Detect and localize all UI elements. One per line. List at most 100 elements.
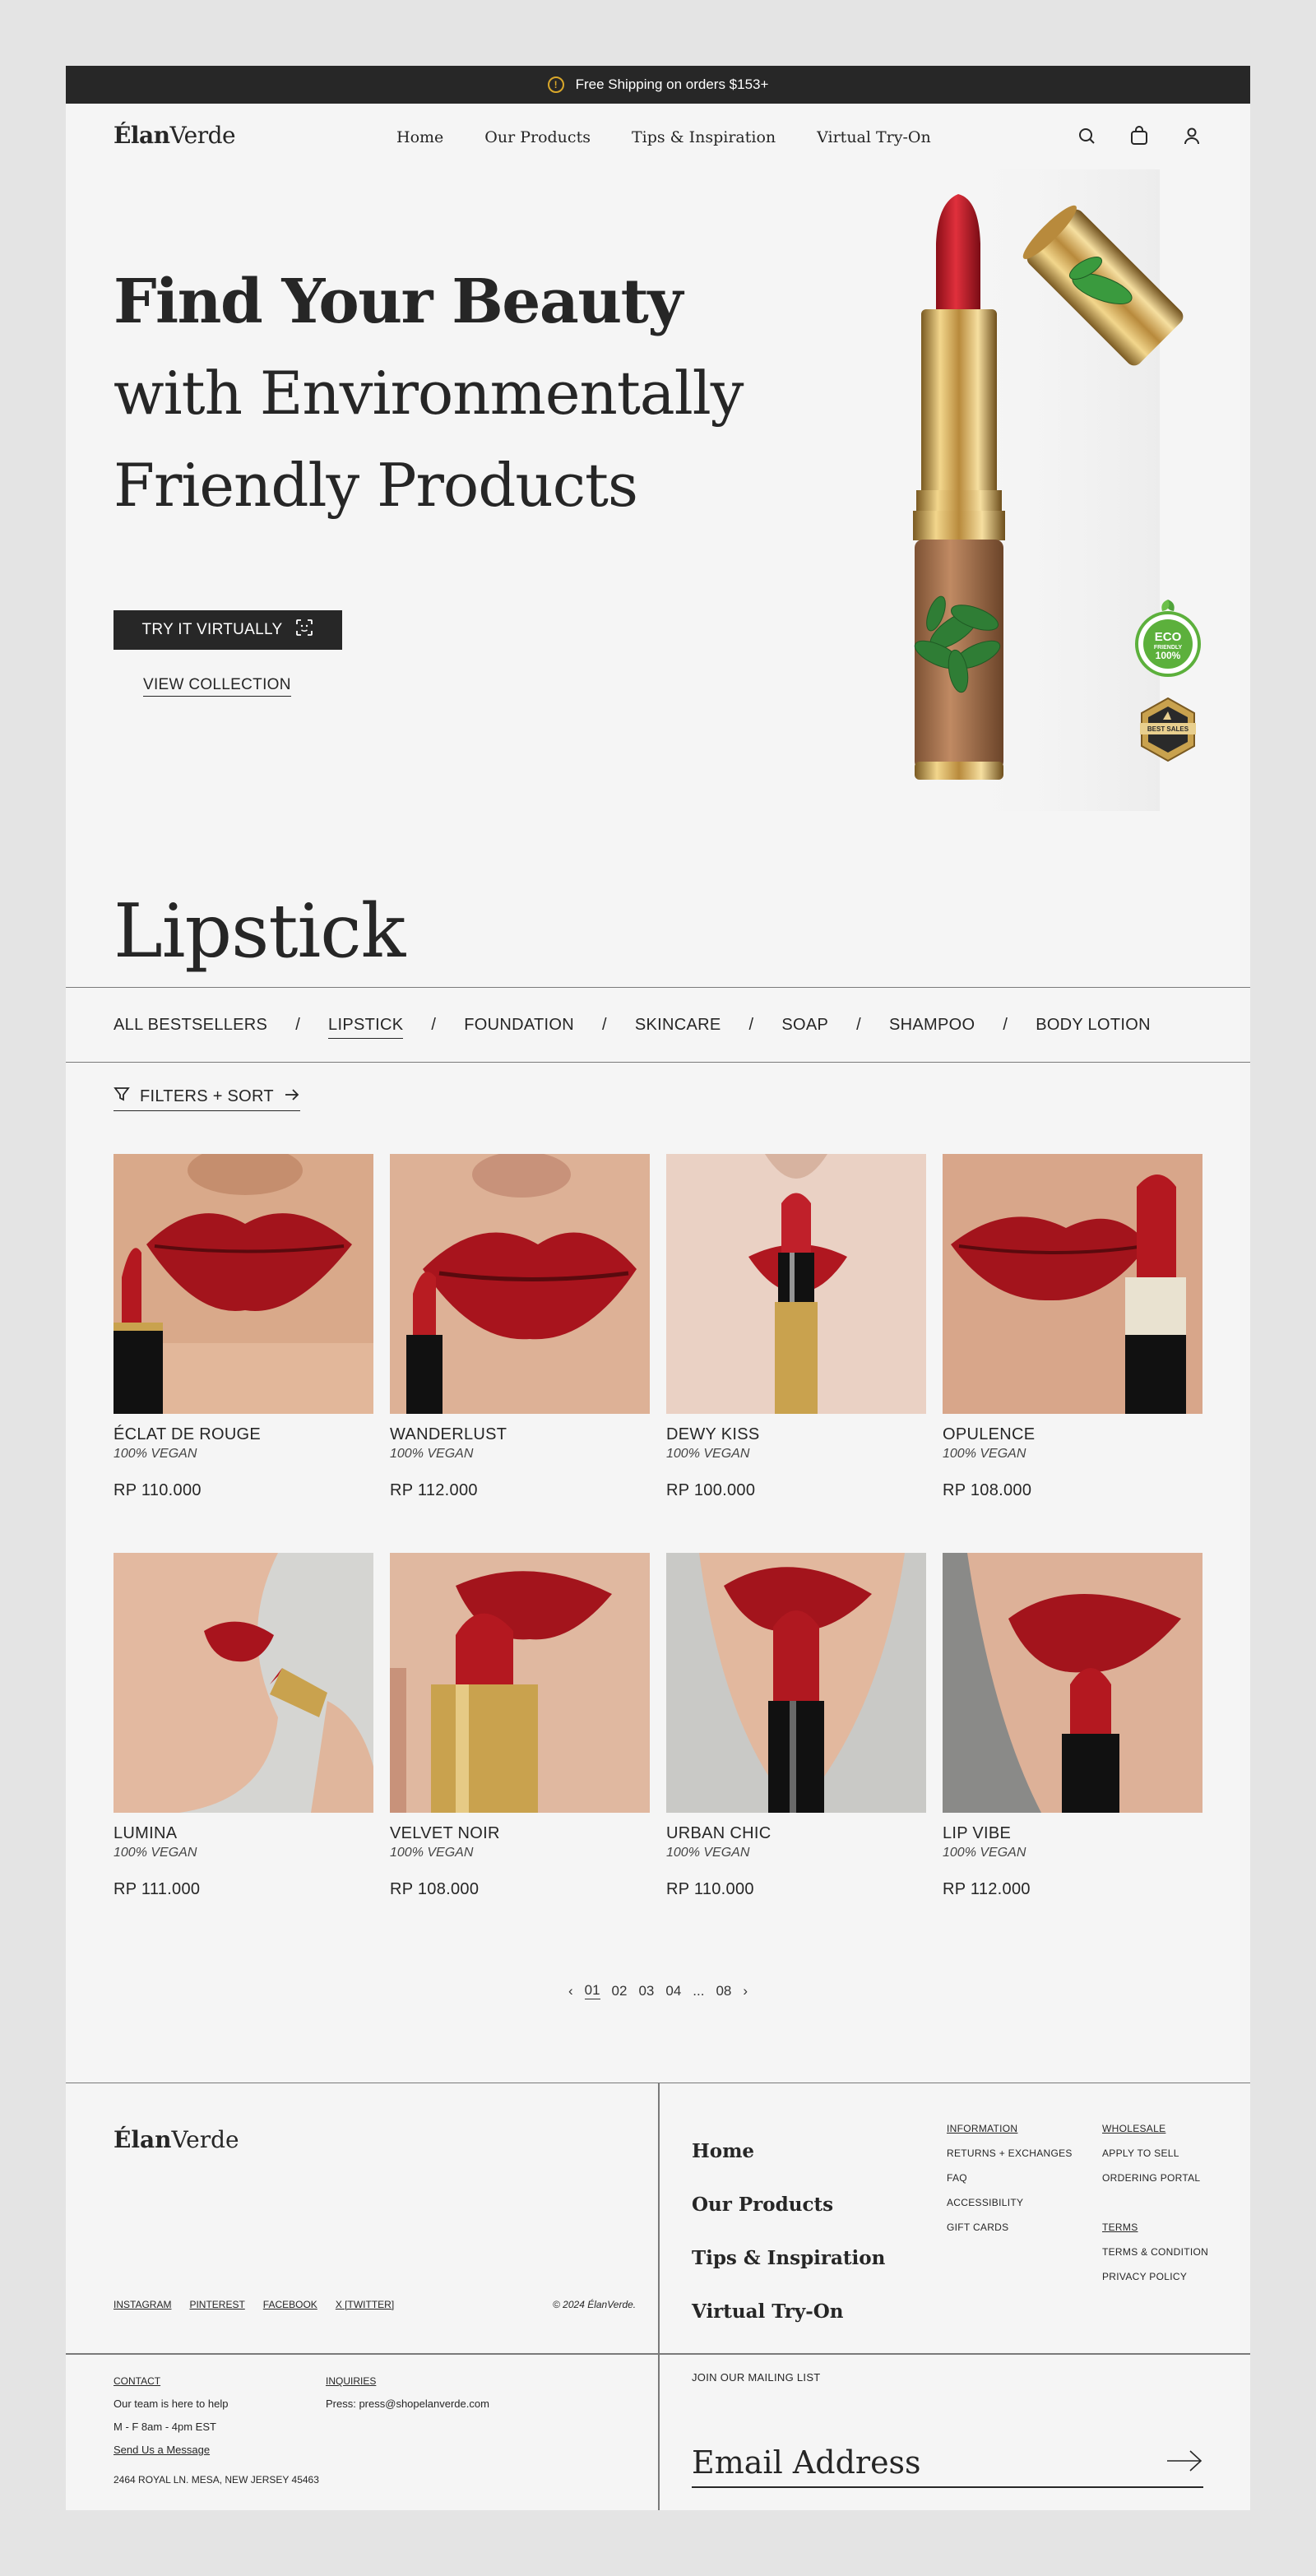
pagination: ‹ 01 02 03 04 ... 08 › bbox=[66, 1982, 1250, 1999]
footer-nav-virtual-try-on[interactable]: Virtual Try-On bbox=[692, 2285, 885, 2338]
product-tag: 100% VEGAN bbox=[666, 1447, 750, 1461]
product-card[interactable]: VELVET NOIR 100% VEGAN RP 108.000 bbox=[390, 1553, 650, 1952]
footer-link-apply-to-sell[interactable]: APPLY TO SELL bbox=[1102, 2141, 1200, 2166]
footer-link-ordering-portal[interactable]: ORDERING PORTAL bbox=[1102, 2166, 1200, 2190]
product-card[interactable]: ÉCLAT DE ROUGE 100% VEGAN RP 110.000 bbox=[114, 1154, 373, 1553]
tab-skincare[interactable]: SKINCARE bbox=[635, 1016, 721, 1035]
footer-wholesale-heading[interactable]: WHOLESALE bbox=[1102, 2116, 1200, 2141]
product-image[interactable] bbox=[114, 1553, 373, 1813]
product-price: RP 108.000 bbox=[943, 1481, 1032, 1499]
product-card[interactable]: WANDERLUST 100% VEGAN RP 112.000 bbox=[390, 1154, 650, 1553]
contact-hours: M - F 8am - 4pm EST bbox=[114, 2421, 216, 2433]
tab-separator: / bbox=[748, 1015, 754, 1034]
hero-title: Find Your Beauty with Environmentally Fr… bbox=[114, 257, 744, 531]
product-image[interactable] bbox=[666, 1553, 926, 1813]
site-header: ÉlanVerde Home Our Products Tips & Inspi… bbox=[66, 104, 1250, 169]
email-input[interactable] bbox=[692, 2444, 1136, 2481]
product-card[interactable]: URBAN CHIC 100% VEGAN RP 110.000 bbox=[666, 1553, 926, 1952]
tab-separator: / bbox=[431, 1015, 437, 1034]
header-icons bbox=[1076, 125, 1202, 146]
product-price: RP 112.000 bbox=[943, 1880, 1031, 1898]
product-name[interactable]: DEWY KISS bbox=[666, 1425, 926, 1444]
product-image[interactable] bbox=[943, 1553, 1202, 1813]
page-link-current[interactable]: 01 bbox=[584, 1982, 600, 1999]
product-name[interactable]: LUMINA bbox=[114, 1824, 373, 1843]
social-pinterest[interactable]: PINTEREST bbox=[189, 2299, 244, 2310]
product-name[interactable]: WANDERLUST bbox=[390, 1425, 650, 1444]
nav-tips-inspiration[interactable]: Tips & Inspiration bbox=[632, 128, 776, 146]
product-price: RP 110.000 bbox=[666, 1880, 754, 1898]
press-email[interactable]: Press: press@shopelanverde.com bbox=[326, 2393, 489, 2416]
footer-nav-tips-inspiration[interactable]: Tips & Inspiration bbox=[692, 2231, 885, 2285]
product-name[interactable]: LIP VIBE bbox=[943, 1824, 1202, 1843]
search-icon[interactable] bbox=[1076, 125, 1097, 146]
footer-link-gift-cards[interactable]: GIFT CARDS bbox=[947, 2215, 1073, 2240]
social-links: INSTAGRAM PINTEREST FACEBOOK X [TWITTER] bbox=[114, 2299, 394, 2310]
tab-lipstick[interactable]: LIPSTICK bbox=[328, 1016, 404, 1039]
tab-foundation[interactable]: FOUNDATION bbox=[464, 1016, 574, 1035]
tab-soap[interactable]: SOAP bbox=[781, 1016, 828, 1035]
footer-nav-our-products[interactable]: Our Products bbox=[692, 2178, 885, 2231]
nav-our-products[interactable]: Our Products bbox=[484, 128, 591, 146]
product-name[interactable]: ÉCLAT DE ROUGE bbox=[114, 1425, 373, 1444]
product-card[interactable]: LIP VIBE 100% VEGAN RP 112.000 bbox=[943, 1553, 1202, 1952]
footer-nav-home[interactable]: Home bbox=[692, 2124, 885, 2178]
product-image[interactable] bbox=[666, 1154, 926, 1414]
next-page-button[interactable]: › bbox=[743, 1983, 748, 1999]
nav-home[interactable]: Home bbox=[396, 128, 443, 146]
scan-face-icon bbox=[295, 619, 313, 642]
footer-info-heading[interactable]: INFORMATION bbox=[947, 2116, 1073, 2141]
section-title: Lipstick bbox=[114, 888, 405, 975]
footer-divider-horizontal bbox=[66, 2353, 1250, 2355]
best-sales-badge: BEST SALES bbox=[1140, 697, 1196, 762]
product-price: RP 111.000 bbox=[114, 1880, 201, 1898]
view-collection-link[interactable]: VIEW COLLECTION bbox=[143, 676, 291, 697]
try-virtually-button[interactable]: TRY IT VIRTUALLY bbox=[114, 610, 342, 650]
main-nav: Home Our Products Tips & Inspiration Vir… bbox=[396, 128, 931, 146]
brand-logo[interactable]: ÉlanVerde bbox=[114, 122, 236, 149]
footer-link-faq[interactable]: FAQ bbox=[947, 2166, 1073, 2190]
product-tag: 100% VEGAN bbox=[666, 1846, 750, 1860]
product-card[interactable]: OPULENCE 100% VEGAN RP 108.000 bbox=[943, 1154, 1202, 1553]
footer-link-returns[interactable]: RETURNS + EXCHANGES bbox=[947, 2141, 1073, 2166]
account-icon[interactable] bbox=[1181, 125, 1202, 146]
send-message-link[interactable]: Send Us a Message bbox=[114, 2439, 319, 2462]
product-image[interactable] bbox=[390, 1553, 650, 1813]
contact-address: 2464 ROYAL LN. MESA, NEW JERSEY 45463 bbox=[114, 2474, 319, 2486]
tab-body-lotion[interactable]: BODY LOTION bbox=[1036, 1016, 1151, 1035]
social-facebook[interactable]: FACEBOOK bbox=[263, 2299, 317, 2310]
announcement-text: Free Shipping on orders $153+ bbox=[575, 76, 769, 92]
footer-link-terms-condition[interactable]: TERMS & CONDITION bbox=[1102, 2240, 1208, 2264]
product-image[interactable] bbox=[943, 1154, 1202, 1414]
try-virtually-label: TRY IT VIRTUALLY bbox=[141, 621, 283, 638]
tab-shampoo[interactable]: SHAMPOO bbox=[889, 1016, 975, 1035]
page-link[interactable]: 03 bbox=[638, 1983, 654, 1999]
footer-logo[interactable]: ÉlanVerde bbox=[114, 2126, 239, 2153]
product-card[interactable]: LUMINA 100% VEGAN RP 111.000 bbox=[114, 1553, 373, 1952]
shopping-bag-icon[interactable] bbox=[1128, 125, 1150, 146]
footer-link-accessibility[interactable]: ACCESSIBILITY bbox=[947, 2190, 1073, 2215]
product-price: RP 108.000 bbox=[390, 1880, 480, 1898]
product-name[interactable]: OPULENCE bbox=[943, 1425, 1202, 1444]
product-price: RP 112.000 bbox=[390, 1481, 478, 1499]
product-card[interactable]: DEWY KISS 100% VEGAN RP 100.000 bbox=[666, 1154, 926, 1553]
product-tag: 100% VEGAN bbox=[943, 1846, 1026, 1860]
filters-sort-button[interactable]: FILTERS + SORT bbox=[114, 1086, 300, 1111]
prev-page-button[interactable]: ‹ bbox=[568, 1983, 573, 1999]
product-name[interactable]: URBAN CHIC bbox=[666, 1824, 926, 1843]
product-image[interactable] bbox=[114, 1154, 373, 1414]
footer-link-privacy-policy[interactable]: PRIVACY POLICY bbox=[1102, 2264, 1208, 2289]
nav-virtual-try-on[interactable]: Virtual Try-On bbox=[817, 128, 931, 146]
footer-contact: CONTACT Our team is here to help M - F 8… bbox=[114, 2370, 319, 2491]
social-x-twitter[interactable]: X [TWITTER] bbox=[336, 2299, 394, 2310]
product-image[interactable] bbox=[390, 1154, 650, 1414]
tab-all-bestsellers[interactable]: ALL BESTSELLERS bbox=[114, 1016, 267, 1035]
footer-divider-vertical bbox=[658, 2083, 660, 2510]
social-instagram[interactable]: INSTAGRAM bbox=[114, 2299, 171, 2310]
page-link[interactable]: 08 bbox=[716, 1983, 731, 1999]
page-link[interactable]: 02 bbox=[612, 1983, 628, 1999]
submit-arrow-icon[interactable] bbox=[1165, 2449, 1203, 2477]
product-name[interactable]: VELVET NOIR bbox=[390, 1824, 650, 1843]
footer-terms-heading[interactable]: TERMS bbox=[1102, 2215, 1208, 2240]
page-link[interactable]: 04 bbox=[665, 1983, 681, 1999]
